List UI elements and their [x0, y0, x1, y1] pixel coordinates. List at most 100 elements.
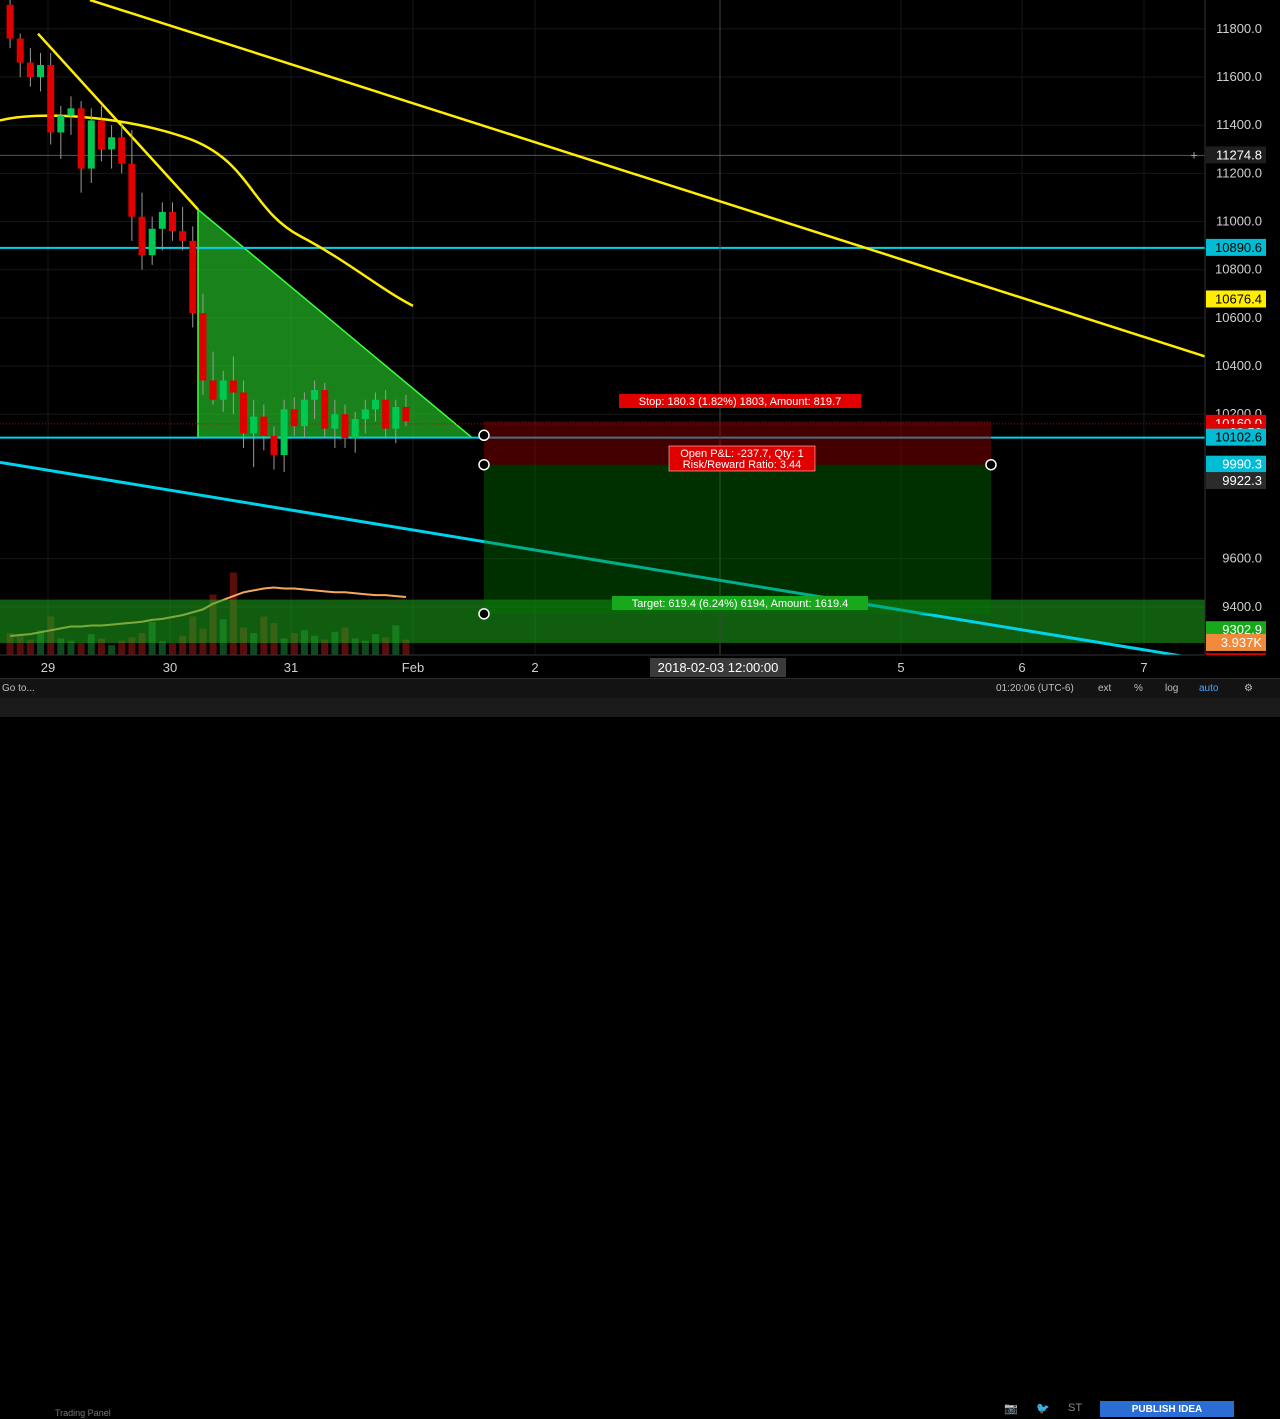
price-axis-bg — [1205, 0, 1280, 678]
candle-body — [371, 399, 379, 410]
candle-body — [331, 414, 339, 429]
price-badge-label: 9990.3 — [1222, 457, 1262, 472]
target-label-text: Target: 619.4 (6.24%) 6194, Amount: 1619… — [632, 598, 848, 610]
position-handle[interactable] — [478, 429, 490, 442]
time-axis-bg — [0, 655, 1280, 678]
candle-body — [37, 65, 45, 78]
short-position-tool[interactable]: Stop: 180.3 (1.82%) 1803, Amount: 819.7 O… — [478, 394, 997, 620]
volume-bar — [158, 641, 166, 655]
price-tick-label: 9600.0 — [1222, 551, 1262, 566]
candle-body — [26, 62, 34, 78]
candle-body — [67, 108, 75, 116]
stocktwits-icon[interactable]: ST — [1068, 1402, 1082, 1414]
ext-toggle[interactable]: ext — [1098, 683, 1111, 694]
price-chart[interactable]: Stop: 180.3 (1.82%) 1803, Amount: 819.7 O… — [0, 0, 1280, 717]
stop-label: Stop: 180.3 (1.82%) 1803, Amount: 819.7 — [619, 394, 861, 408]
stop-label-text: Stop: 180.3 (1.82%) 1803, Amount: 819.7 — [639, 396, 841, 408]
camera-icon[interactable]: 📷 — [1004, 1402, 1018, 1415]
candle-body — [128, 163, 136, 217]
candle-body — [118, 137, 126, 164]
price-tick-label: 11200.0 — [1216, 165, 1262, 180]
percent-toggle[interactable]: % — [1134, 683, 1143, 694]
position-handle[interactable] — [478, 458, 490, 471]
candle-body — [16, 38, 24, 63]
price-badge-label: 10102.6 — [1215, 430, 1262, 445]
candle-body — [311, 390, 319, 400]
candle-body — [158, 211, 166, 229]
price-tick-label: 11600.0 — [1216, 69, 1262, 84]
price-badge-label: 3.937K — [1221, 635, 1263, 650]
candle-body — [382, 399, 390, 429]
time-tick-label: 31 — [284, 660, 298, 675]
time-tick-label: 7 — [1140, 660, 1147, 675]
crosshair-time-label: 2018-02-03 12:00:00 — [658, 660, 779, 675]
price-tick-label: 10800.0 — [1215, 262, 1262, 277]
trading-panel-tab[interactable]: Trading Panel — [55, 1408, 111, 1418]
candle-body — [77, 108, 85, 169]
price-tick-label: 11000.0 — [1216, 214, 1262, 229]
candle-body — [280, 409, 288, 456]
candle-body — [321, 390, 329, 429]
gear-icon[interactable]: ⚙ — [1244, 683, 1253, 694]
candle-body — [392, 406, 400, 429]
candle-body — [87, 120, 95, 169]
time-tick-label: 2 — [531, 660, 538, 675]
candle-body — [179, 231, 187, 241]
pnl-label-line2: Risk/Reward Ratio: 3.44 — [683, 459, 802, 471]
candle-body — [300, 399, 308, 427]
publish-idea-button[interactable]: PUBLISH IDEA — [1100, 1401, 1234, 1417]
candle-body — [97, 120, 105, 150]
volume-bar — [108, 645, 116, 655]
footer-bar: Trading Panel 📷 🐦 ST PUBLISH IDEA — [0, 698, 1280, 1418]
candle-body — [250, 416, 258, 434]
candle-body — [108, 137, 116, 150]
price-tick-label: 11400.0 — [1216, 117, 1262, 132]
candle-body — [351, 419, 359, 439]
time-tick-label: Feb — [402, 660, 424, 675]
position-handle[interactable] — [985, 458, 997, 471]
candle-body — [57, 115, 65, 133]
candle-body — [148, 228, 156, 256]
target-zone[interactable] — [484, 464, 991, 614]
candle-body — [209, 380, 217, 400]
candle-body — [199, 313, 207, 381]
candle-body — [361, 409, 369, 420]
price-tick-label: 11800.0 — [1216, 21, 1262, 36]
price-tick-label: 9400.0 — [1222, 599, 1262, 614]
position-handle[interactable] — [478, 608, 490, 620]
candle-body — [260, 416, 268, 436]
target-label: Target: 619.4 (6.24%) 6194, Amount: 1619… — [612, 596, 868, 610]
volume-bar — [168, 642, 176, 655]
price-badge-label: 9922.3 — [1222, 473, 1262, 488]
candle-body — [229, 380, 237, 393]
price-tick-label: 10400.0 — [1215, 358, 1262, 373]
price-badge-label: 11274.8 — [1216, 147, 1262, 162]
time-tick-label: 6 — [1018, 660, 1025, 675]
price-badge-label: 10676.4 — [1215, 291, 1262, 306]
candle-body — [402, 406, 410, 422]
time-axis[interactable]: 29 30 31 Feb 2 5 6 7 2018-02-03 12:00:00 — [0, 654, 1280, 678]
auto-toggle[interactable]: auto — [1199, 683, 1218, 694]
price-tick-label: 10600.0 — [1215, 310, 1262, 325]
pnl-label: Open P&L: -237.7, Qty: 1Risk/Reward Rati… — [668, 445, 816, 472]
candle-body — [168, 211, 176, 232]
price-badge-label: 10890.6 — [1215, 240, 1262, 255]
clock-label: 01:20:06 (UTC-6) — [996, 683, 1074, 694]
candle-body — [47, 65, 55, 133]
candle-body — [240, 392, 248, 434]
time-tick-label: 30 — [163, 660, 177, 675]
goto-button[interactable]: Go to... — [2, 683, 35, 694]
bottom-toolbar: Go to... 01:20:06 (UTC-6) ext % log auto… — [0, 678, 1280, 699]
volume-bar — [77, 642, 85, 655]
time-tick-label: 5 — [897, 660, 904, 675]
candle-body — [290, 409, 298, 427]
candle-body — [6, 4, 14, 39]
twitter-icon[interactable]: 🐦 — [1036, 1402, 1050, 1415]
candle-body — [219, 380, 227, 400]
candle-body — [138, 216, 146, 256]
candle-body — [189, 240, 197, 314]
candle-body — [341, 414, 349, 439]
candle-body — [270, 435, 278, 456]
log-toggle[interactable]: log — [1165, 683, 1178, 694]
time-tick-label: 29 — [41, 660, 55, 675]
